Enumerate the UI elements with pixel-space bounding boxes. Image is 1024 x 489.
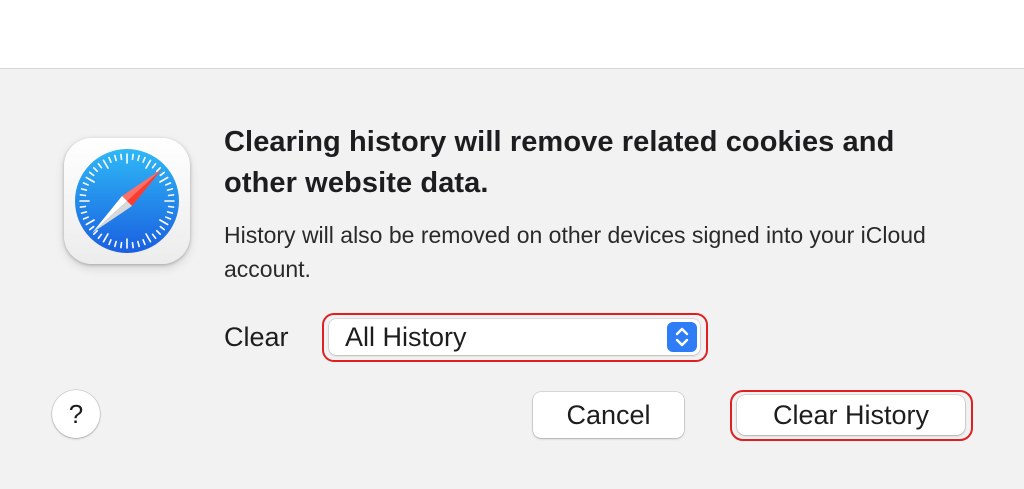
help-button[interactable]: ? <box>52 390 100 438</box>
window-top-area <box>0 0 1024 68</box>
clear-range-label: Clear <box>224 322 289 352</box>
history-range-select[interactable]: All History <box>329 319 700 355</box>
clear-history-highlight: Clear History <box>730 390 973 441</box>
dialog-message: History will also be removed on other de… <box>224 222 926 282</box>
safari-app-icon <box>64 138 190 264</box>
cancel-button[interactable]: Cancel <box>533 392 684 438</box>
range-select-highlight: All History <box>322 313 708 362</box>
chevron-up-down-icon <box>667 322 697 352</box>
clear-history-button[interactable]: Clear History <box>737 395 965 435</box>
history-range-value: All History <box>345 322 467 352</box>
dialog-title: Clearing history will remove related coo… <box>224 126 895 199</box>
